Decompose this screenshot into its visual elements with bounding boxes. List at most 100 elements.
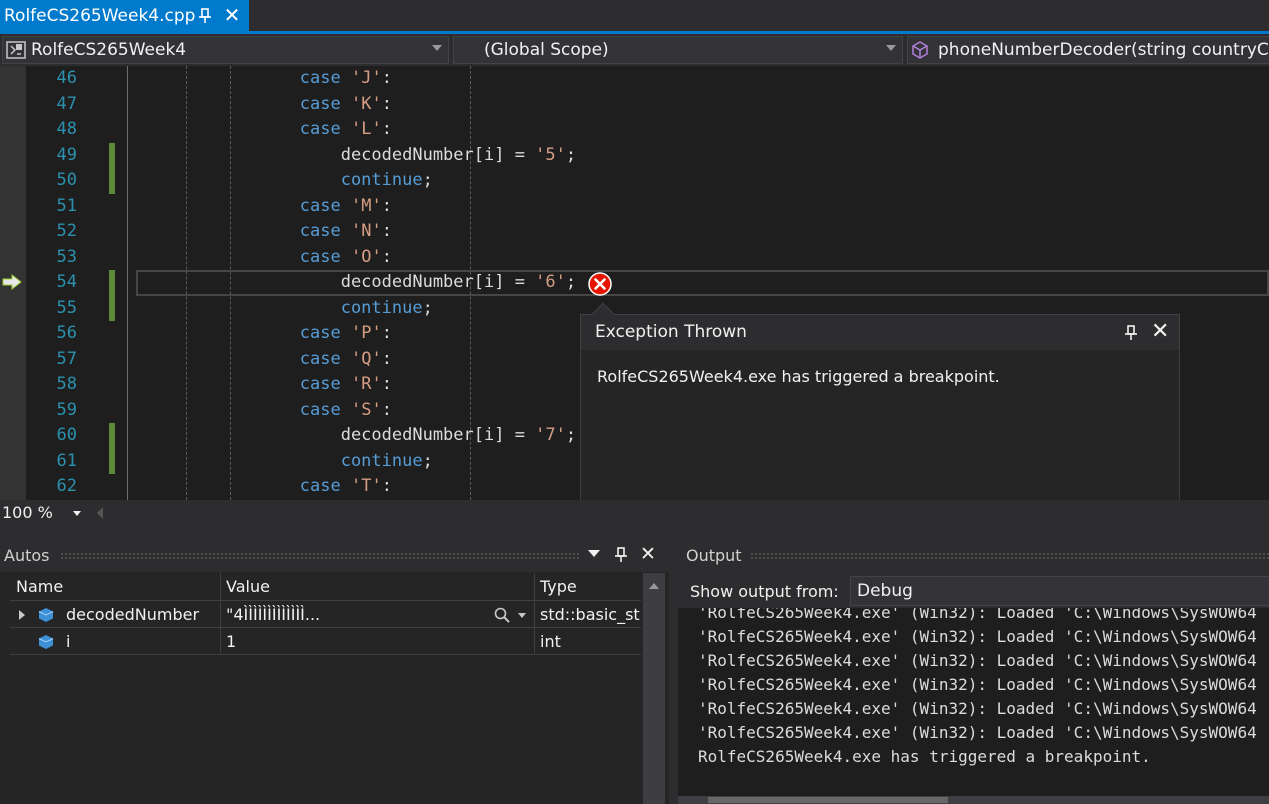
line-number-row: 50 bbox=[0, 168, 120, 194]
punctuation: ; bbox=[422, 297, 433, 318]
keyword-case: case bbox=[299, 348, 341, 369]
expand-arrow-icon[interactable] bbox=[19, 610, 25, 620]
line-number-row: 56 bbox=[0, 321, 120, 347]
keyword-continue: continue bbox=[340, 450, 423, 471]
scope-name: (Global Scope) bbox=[484, 40, 609, 60]
pin-icon[interactable] bbox=[614, 546, 628, 564]
window-position-dropdown-icon[interactable] bbox=[588, 550, 600, 557]
char-literal: 'J' bbox=[350, 68, 382, 88]
zoom-dropdown[interactable]: 100 % bbox=[0, 501, 88, 525]
change-tracking-mark bbox=[109, 168, 115, 194]
assignment: decodedNumber[i] = bbox=[340, 144, 536, 165]
chevron-down-icon bbox=[886, 45, 896, 51]
code-line[interactable]: decodedNumber[i] = '5'; bbox=[136, 143, 1236, 169]
keyword-continue: continue bbox=[340, 170, 423, 190]
line-number-row: 60 bbox=[0, 423, 120, 449]
member-dropdown[interactable]: phoneNumberDecoder(string countryCode bbox=[907, 36, 1269, 64]
output-line: 'RolfeCS265Week4.exe' (Win32): Loaded 'C… bbox=[698, 651, 1257, 670]
code-line-current[interactable]: decodedNumber[i] = '6'; bbox=[136, 270, 1236, 296]
variable-type: std::basic_string bbox=[540, 605, 640, 624]
char-literal: 'L' bbox=[350, 119, 382, 139]
change-tracking-mark bbox=[109, 270, 115, 296]
assignment: decodedNumber[i] = bbox=[340, 272, 536, 292]
scope-dropdown[interactable]: (Global Scope) bbox=[453, 36, 903, 64]
punctuation: : bbox=[381, 68, 392, 88]
document-tab-strip: RolfeCS265Week4.cpp ✕ bbox=[0, 0, 1269, 34]
autos-grid-header: Name Value Type bbox=[10, 573, 641, 601]
code-line[interactable]: case 'L': bbox=[136, 117, 1236, 143]
scroll-left-arrow-icon[interactable] bbox=[97, 507, 103, 519]
code-line[interactable]: case 'N': bbox=[136, 219, 1236, 245]
output-text[interactable]: 'RolfeCS265Week4.exe' (Win32): Loaded 'C… bbox=[678, 608, 1269, 794]
variable-value[interactable]: "4ÌÌÌÌÌÌÌÌÌÌÌÌÌ... bbox=[226, 605, 486, 624]
output-source-dropdown[interactable]: Debug bbox=[850, 576, 1269, 606]
line-number: 60 bbox=[56, 425, 77, 445]
line-number: 56 bbox=[56, 323, 77, 343]
keyword-case: case bbox=[299, 195, 341, 216]
line-number: 48 bbox=[56, 119, 77, 139]
exception-helper-popup[interactable]: Exception Thrown ✕ RolfeCS265Week4.exe h… bbox=[580, 302, 1180, 514]
visualizer-dropdown-icon[interactable] bbox=[518, 613, 526, 618]
exception-title: Exception Thrown bbox=[595, 322, 747, 342]
punctuation: : bbox=[381, 323, 392, 343]
keyword-case: case bbox=[299, 93, 341, 114]
code-line[interactable]: case 'J': bbox=[136, 66, 1236, 92]
titlebar-grip bbox=[750, 552, 1269, 560]
close-icon[interactable]: ✕ bbox=[1151, 319, 1169, 345]
close-tab-icon[interactable]: ✕ bbox=[222, 4, 242, 26]
autos-title: Autos bbox=[4, 546, 50, 565]
code-line[interactable]: case 'M': bbox=[136, 194, 1236, 220]
method-icon bbox=[912, 41, 928, 59]
line-number-row: 51 bbox=[0, 194, 120, 220]
vertical-scrollbar[interactable] bbox=[643, 573, 665, 804]
punctuation: : bbox=[381, 348, 392, 369]
exception-message: RolfeCS265Week4.exe has triggered a brea… bbox=[597, 367, 1000, 386]
close-icon[interactable]: ✕ bbox=[640, 543, 656, 565]
scroll-up-arrow-icon[interactable] bbox=[649, 583, 659, 589]
line-number: 51 bbox=[56, 195, 77, 216]
punctuation: ; bbox=[565, 144, 577, 165]
code-line[interactable]: continue; bbox=[136, 168, 1236, 194]
chevron-down-icon bbox=[73, 511, 81, 516]
table-row[interactable]: i 1 int bbox=[10, 629, 641, 655]
change-tracking-mark bbox=[109, 448, 115, 474]
editor-zoom-bar: 100 % bbox=[0, 500, 1269, 526]
pin-icon[interactable] bbox=[197, 7, 213, 25]
variable-name: i bbox=[66, 632, 71, 651]
column-header-name[interactable]: Name bbox=[16, 577, 63, 596]
document-tab-title: RolfeCS265Week4.cpp bbox=[4, 6, 196, 26]
code-line[interactable]: case 'K': bbox=[136, 92, 1236, 118]
column-header-type[interactable]: Type bbox=[540, 577, 577, 596]
error-icon[interactable] bbox=[588, 272, 612, 296]
project-dropdown[interactable]: RolfeCS265Week4 bbox=[2, 36, 449, 64]
document-tab[interactable]: RolfeCS265Week4.cpp ✕ bbox=[0, 0, 249, 34]
keyword-continue: continue bbox=[340, 297, 423, 318]
punctuation: : bbox=[381, 195, 392, 216]
code-line[interactable]: case 'O': bbox=[136, 245, 1236, 271]
line-number-row: 47 bbox=[0, 92, 120, 118]
keyword-case: case bbox=[299, 323, 341, 343]
line-number: 52 bbox=[56, 221, 77, 241]
punctuation: ; bbox=[565, 272, 577, 292]
outlining-bar bbox=[127, 66, 128, 500]
line-number-row: 62 bbox=[0, 474, 120, 500]
line-number: 53 bbox=[56, 246, 77, 267]
pane-splitter[interactable] bbox=[669, 540, 678, 804]
line-number: 57 bbox=[56, 348, 77, 369]
scrollbar-thumb[interactable] bbox=[708, 797, 948, 803]
pin-icon[interactable] bbox=[1124, 324, 1138, 342]
navigation-bar: RolfeCS265Week4 (Global Scope) phoneNumb… bbox=[0, 34, 1269, 66]
char-literal: 'Q' bbox=[350, 348, 382, 369]
line-number: 62 bbox=[56, 476, 77, 496]
punctuation: ; bbox=[565, 425, 577, 445]
horizontal-scrollbar[interactable] bbox=[678, 796, 1269, 804]
table-row[interactable]: decodedNumber "4ÌÌÌÌÌÌÌÌÌÌÌÌÌ... std::ba… bbox=[10, 602, 641, 628]
variable-value[interactable]: 1 bbox=[226, 632, 526, 651]
panel-splitter[interactable] bbox=[0, 526, 1269, 540]
magnifier-icon[interactable] bbox=[494, 607, 510, 623]
output-line: 'RolfeCS265Week4.exe' (Win32): Loaded 'C… bbox=[698, 675, 1257, 694]
change-tracking-mark bbox=[109, 295, 115, 321]
punctuation: : bbox=[381, 221, 392, 241]
column-header-value[interactable]: Value bbox=[226, 577, 270, 596]
char-literal: '5' bbox=[535, 144, 566, 165]
